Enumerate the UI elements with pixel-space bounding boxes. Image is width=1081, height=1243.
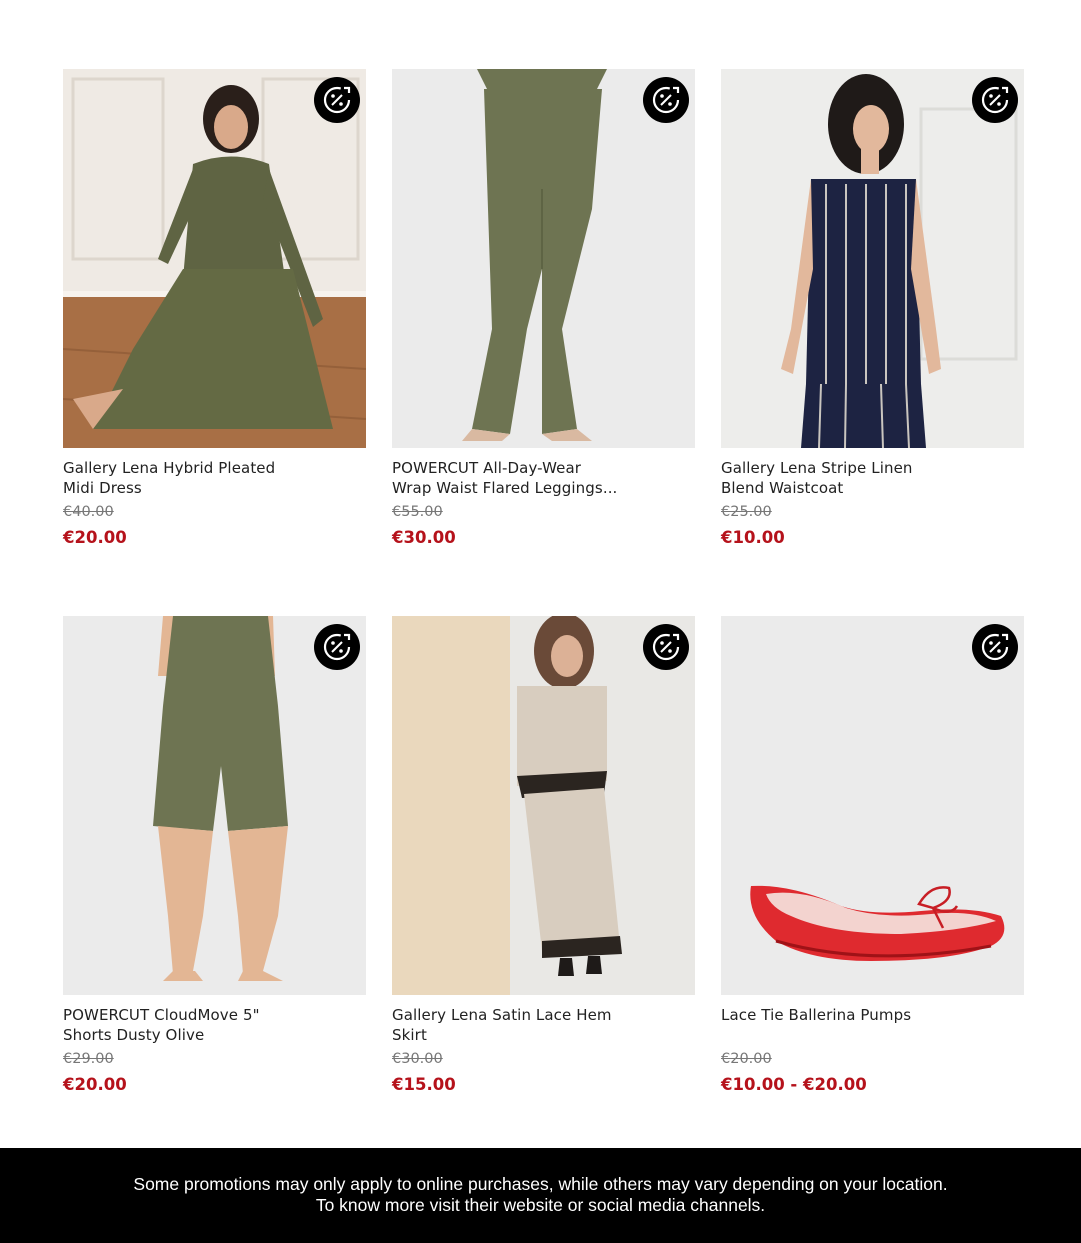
- product-title[interactable]: Gallery Lena Hybrid Pleated Midi Dress: [63, 459, 303, 498]
- product-card[interactable]: Gallery Lena Stripe Linen Blend Waistcoa…: [721, 69, 1024, 616]
- original-price: €55.00: [392, 504, 443, 520]
- discount-badge-icon: [643, 77, 689, 123]
- discount-badge-icon: [314, 77, 360, 123]
- sale-price: €20.00: [63, 528, 127, 547]
- sale-price: €10.00: [721, 528, 785, 547]
- product-card[interactable]: POWERCUT All-Day-Wear Wrap Waist Flared …: [392, 69, 695, 616]
- product-card[interactable]: POWERCUT CloudMove 5" Shorts Dusty Olive…: [63, 616, 366, 1163]
- product-row: Gallery Lena Hybrid Pleated Midi Dress €…: [63, 69, 1024, 616]
- sale-price: €10.00 - €20.00: [721, 1075, 867, 1094]
- original-price: €20.00: [721, 1051, 772, 1067]
- original-price: €40.00: [63, 504, 114, 520]
- product-grid: Gallery Lena Hybrid Pleated Midi Dress €…: [63, 69, 1024, 1163]
- product-title-line2: Midi Dress: [63, 478, 142, 497]
- product-image[interactable]: [392, 616, 695, 995]
- product-title-line1: Gallery Lena Satin Lace Hem: [392, 1006, 612, 1024]
- product-title-line1: Gallery Lena Stripe Linen: [721, 459, 913, 477]
- product-title-line1: POWERCUT CloudMove 5": [63, 1006, 260, 1024]
- disclaimer-line1: Some promotions may only apply to online…: [133, 1174, 948, 1194]
- discount-badge-icon: [972, 77, 1018, 123]
- product-title[interactable]: Gallery Lena Satin Lace Hem Skirt: [392, 1006, 632, 1045]
- product-title-line2: Skirt: [392, 1025, 427, 1044]
- product-title-line2: Blend Waistcoat: [721, 478, 844, 497]
- product-title-line2: Wrap Waist Flared Leggings...: [392, 478, 618, 497]
- product-image[interactable]: [63, 69, 366, 448]
- product-card[interactable]: Gallery Lena Satin Lace Hem Skirt €30.00…: [392, 616, 695, 1163]
- product-row: POWERCUT CloudMove 5" Shorts Dusty Olive…: [63, 616, 1024, 1163]
- product-card[interactable]: Gallery Lena Hybrid Pleated Midi Dress €…: [63, 69, 366, 616]
- product-title-line1: POWERCUT All-Day-Wear: [392, 459, 582, 477]
- product-image[interactable]: [721, 69, 1024, 448]
- sale-price: €15.00: [392, 1075, 456, 1094]
- product-title[interactable]: POWERCUT All-Day-Wear Wrap Waist Flared …: [392, 459, 632, 498]
- product-title-line1: Gallery Lena Hybrid Pleated: [63, 459, 276, 477]
- product-title-line1: Lace Tie Ballerina Pumps: [721, 1006, 912, 1024]
- original-price: €25.00: [721, 504, 772, 520]
- product-title-line2: Shorts Dusty Olive: [63, 1025, 205, 1044]
- original-price: €30.00: [392, 1051, 443, 1067]
- original-price: €29.00: [63, 1051, 114, 1067]
- product-image[interactable]: [392, 69, 695, 448]
- product-title[interactable]: Lace Tie Ballerina Pumps: [721, 1006, 961, 1045]
- discount-badge-icon: [314, 624, 360, 670]
- discount-badge-icon: [643, 624, 689, 670]
- product-card[interactable]: Lace Tie Ballerina Pumps €20.00 €10.00 -…: [721, 616, 1024, 1163]
- product-title[interactable]: POWERCUT CloudMove 5" Shorts Dusty Olive: [63, 1006, 303, 1045]
- sale-price: €20.00: [63, 1075, 127, 1094]
- discount-badge-icon: [972, 624, 1018, 670]
- sale-price: €30.00: [392, 528, 456, 547]
- promo-disclaimer-footer: Some promotions may only apply to online…: [0, 1148, 1081, 1243]
- product-image[interactable]: [63, 616, 366, 995]
- disclaimer-line2: To know more visit their website or soci…: [315, 1195, 766, 1215]
- product-image[interactable]: [721, 616, 1024, 995]
- product-title[interactable]: Gallery Lena Stripe Linen Blend Waistcoa…: [721, 459, 961, 498]
